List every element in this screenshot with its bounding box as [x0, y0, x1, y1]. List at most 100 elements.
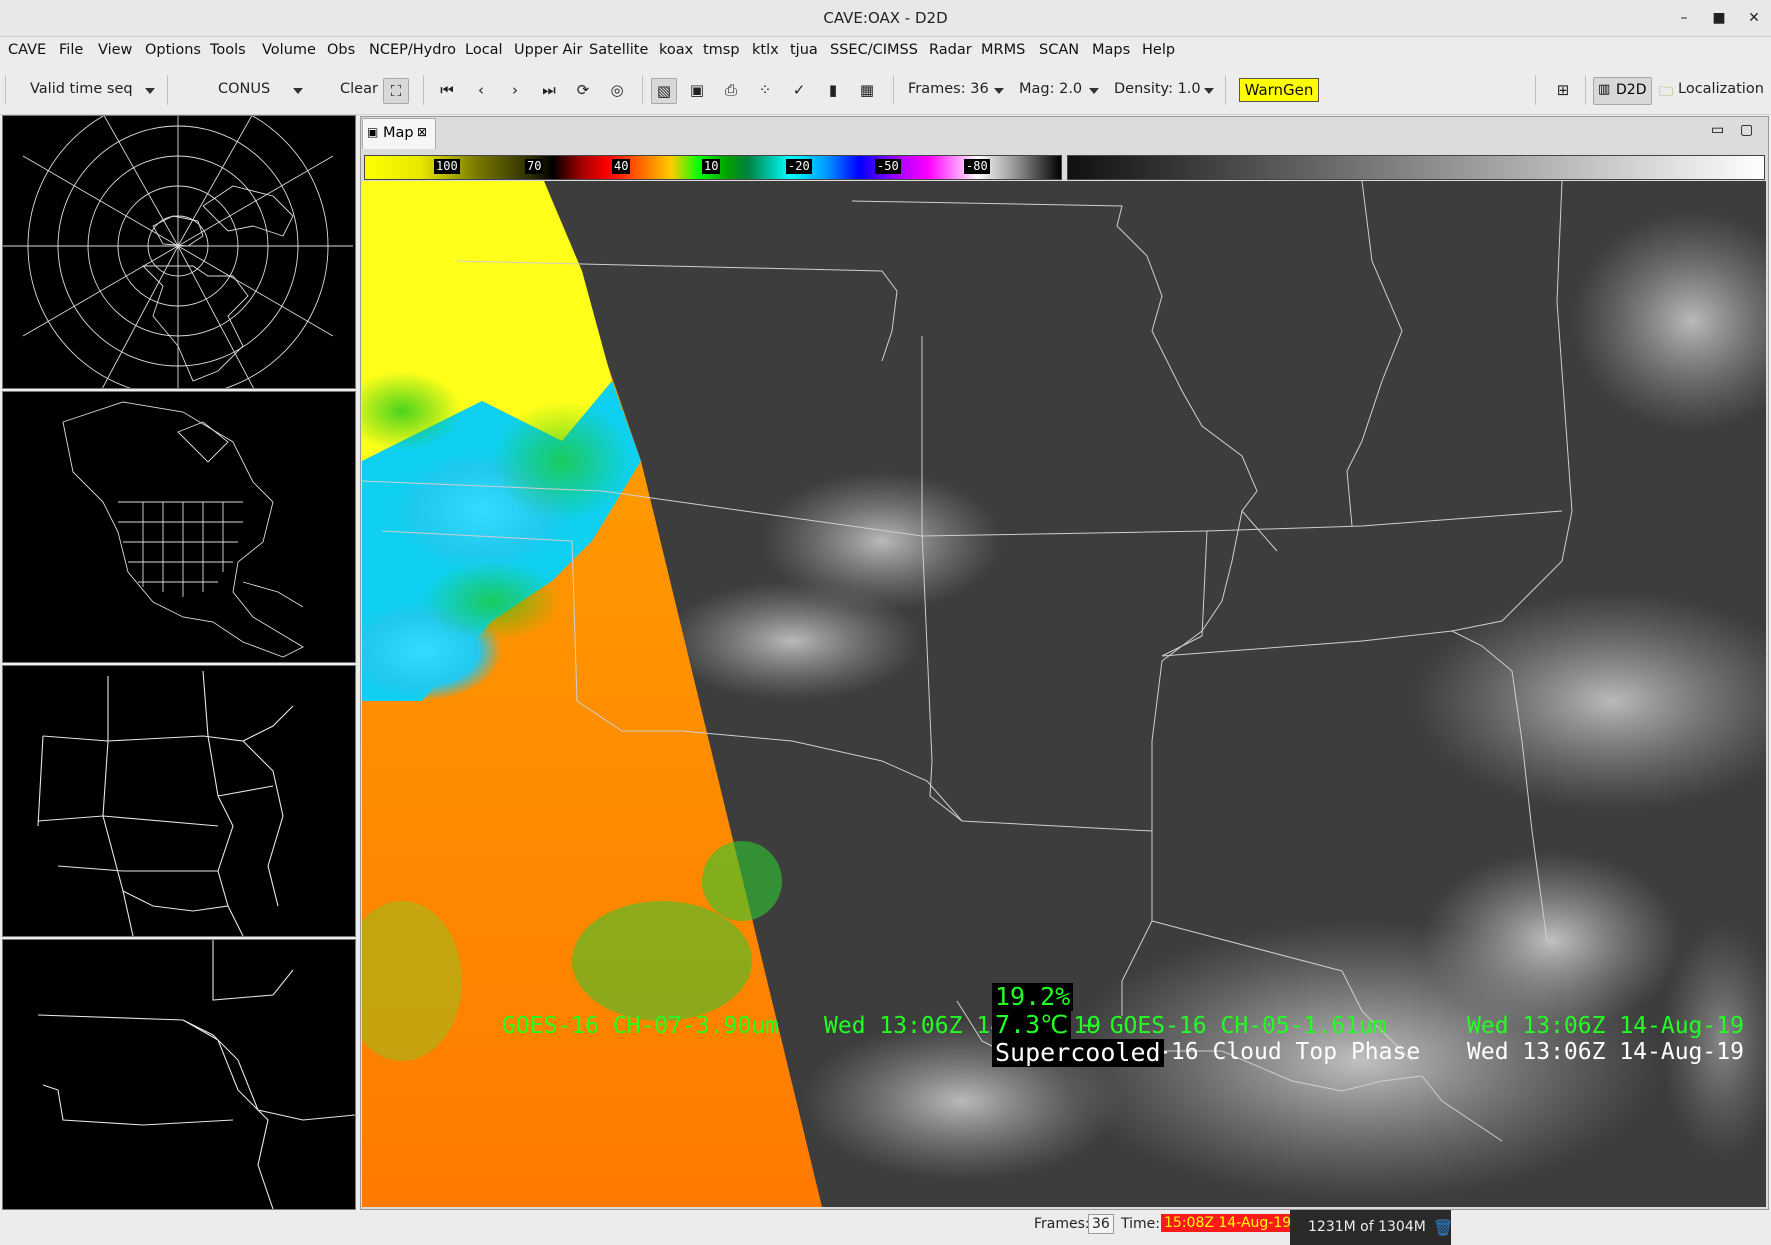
print-icon[interactable]: ⎙	[719, 78, 743, 102]
sample-reflectance: 19.2%	[992, 983, 1074, 1011]
sample-readout: 19.2% 7.3℃ Supercooled	[992, 983, 1164, 1067]
menu-bar: CAVE File View Options Tools Volume Obs …	[0, 38, 1771, 64]
first-frame-icon[interactable]: ⏮	[435, 78, 459, 102]
toolbar-separator	[423, 75, 424, 105]
chevron-down-icon[interactable]	[1204, 88, 1214, 94]
clear-button[interactable]: Clear	[340, 81, 378, 97]
open-perspective-icon[interactable]: ⊞	[1551, 78, 1575, 102]
regional-map	[37, 670, 294, 936]
status-bar: Frames: 36 Time: 15:08Z 14-Aug-19 1231M …	[0, 1210, 1771, 1245]
menu-help[interactable]: Help	[1142, 42, 1175, 58]
menu-koax[interactable]: koax	[659, 42, 693, 58]
memory-monitor[interactable]: 1231M of 1304M	[1290, 1210, 1451, 1245]
chevron-down-icon[interactable]	[293, 88, 303, 94]
image-properties-icon[interactable]: ▧	[651, 78, 677, 104]
menu-file[interactable]: File	[59, 42, 83, 58]
mag-dropdown[interactable]: Mag: 2.0	[1019, 81, 1082, 97]
menu-tools[interactable]: Tools	[210, 42, 246, 58]
chevron-down-icon[interactable]	[145, 88, 155, 94]
sample-temperature: 7.3℃	[992, 1011, 1072, 1039]
maximize-button[interactable]: ■	[1708, 8, 1730, 30]
colorbar-label: -80	[964, 159, 990, 174]
menu-satellite[interactable]: Satellite	[589, 42, 648, 58]
warngen-button[interactable]: WarnGen	[1239, 78, 1319, 102]
sample-icon[interactable]: ⁘	[753, 78, 777, 102]
minimize-view-icon[interactable]: ▭	[1711, 122, 1724, 138]
close-button[interactable]: ✕	[1743, 8, 1765, 30]
perspective-localization-button[interactable]: Localization	[1678, 81, 1764, 97]
colorbar-label: 10	[702, 159, 721, 174]
close-tab-icon[interactable]: ⊠	[417, 125, 427, 139]
toolbar-separator	[1225, 75, 1226, 105]
polar-map	[3, 116, 353, 388]
display-properties-icon[interactable]: ▣	[685, 78, 709, 102]
colorbar-label: 70	[525, 159, 544, 174]
toolbar: Valid time seq CONUS Clear ⛶ ⏮ ‹ › ⏭ ⟳ ◎…	[0, 66, 1771, 115]
minimize-button[interactable]: –	[1673, 8, 1695, 30]
pane-north-america[interactable]	[2, 391, 356, 663]
menu-radar[interactable]: Radar	[929, 42, 972, 58]
pane-regional[interactable]	[2, 665, 356, 937]
menu-upper-air[interactable]: Upper Air	[514, 42, 582, 58]
status-time-value: 15:08Z 14-Aug-19	[1161, 1214, 1295, 1232]
frames-dropdown[interactable]: Frames: 36	[908, 81, 989, 97]
folder-icon: 🗀	[1659, 84, 1673, 100]
full-extent-icon[interactable]: ⛶	[383, 78, 409, 104]
next-frame-icon[interactable]: ›	[503, 78, 527, 102]
tab-map-label: Map	[383, 125, 414, 141]
menu-ncep-hydro[interactable]: NCEP/Hydro	[369, 42, 456, 58]
menu-local[interactable]: Local	[465, 42, 503, 58]
menu-obs[interactable]: Obs	[327, 42, 355, 58]
last-frame-icon[interactable]: ⏭	[537, 78, 561, 102]
status-frames-value: 36	[1088, 1214, 1114, 1234]
status-time-label: Time:	[1121, 1216, 1160, 1232]
toolbar-separator	[1535, 75, 1536, 105]
menu-cave[interactable]: CAVE	[8, 42, 46, 58]
menu-tmsp[interactable]: tmsp	[703, 42, 740, 58]
colorbar-label: -50	[875, 159, 901, 174]
legend-line1-time2: Wed 13:06Z 14-Aug-19	[1467, 1013, 1744, 1039]
chevron-down-icon[interactable]	[1089, 88, 1099, 94]
colorbar-label: 100	[434, 159, 460, 174]
loop-properties-icon[interactable]: ◎	[605, 78, 629, 102]
colorbar-label: 40	[612, 159, 631, 174]
toolbar-separator	[1585, 75, 1586, 105]
chevron-down-icon[interactable]	[994, 88, 1004, 94]
pane-state[interactable]	[2, 939, 356, 1210]
trash-icon[interactable]: 🗑	[1433, 1218, 1453, 1237]
perspective-d2d-button[interactable]: ▥ D2D	[1593, 77, 1652, 105]
menu-ssec-cimss[interactable]: SSEC/CIMSS	[830, 42, 918, 58]
pane-north-hemisphere[interactable]	[2, 115, 356, 389]
menu-scan[interactable]: SCAN	[1039, 42, 1079, 58]
legend-line1-product: GOES-16 CH-07-3.90um	[502, 1013, 779, 1039]
toolbar-separator	[5, 75, 6, 105]
memory-usage: 1231M of 1304M	[1308, 1219, 1426, 1235]
menu-volume[interactable]: Volume	[262, 42, 316, 58]
map-tab-icon: ▣	[367, 125, 379, 139]
menu-maps[interactable]: Maps	[1092, 42, 1130, 58]
toolbar-separator	[167, 75, 168, 105]
time-mode-dropdown[interactable]: Valid time seq	[30, 81, 133, 97]
four-panel-icon[interactable]: ▦	[855, 78, 879, 102]
sample-phase: Supercooled	[992, 1039, 1164, 1067]
colorbar-label: -20	[786, 159, 812, 174]
menu-mrms[interactable]: MRMS	[981, 42, 1025, 58]
toolbar-separator	[893, 75, 894, 105]
previous-frame-icon[interactable]: ‹	[469, 78, 493, 102]
ir-colorbar: 100 70 40 10 -20 -50 -80	[364, 155, 1062, 180]
menu-options[interactable]: Options	[145, 42, 201, 58]
scale-dropdown[interactable]: CONUS	[218, 81, 270, 97]
single-panel-icon[interactable]: ▮	[821, 78, 845, 102]
density-dropdown[interactable]: Density: 1.0	[1114, 81, 1201, 97]
menu-tjua[interactable]: tjua	[790, 42, 818, 58]
title-bar: CAVE:OAX - D2D – ■ ✕	[0, 0, 1771, 37]
window-title: CAVE:OAX - D2D	[823, 9, 948, 27]
pan-icon[interactable]: ✓	[787, 78, 811, 102]
tab-map[interactable]: ▣ Map ⊠	[362, 118, 436, 149]
perspective-d2d-label: D2D	[1616, 82, 1647, 98]
status-frames-label: Frames:	[1034, 1216, 1090, 1232]
maximize-view-icon[interactable]: ▢	[1740, 122, 1753, 138]
menu-ktlx[interactable]: ktlx	[752, 42, 779, 58]
menu-view[interactable]: View	[98, 42, 132, 58]
loop-icon[interactable]: ⟳	[571, 78, 595, 102]
